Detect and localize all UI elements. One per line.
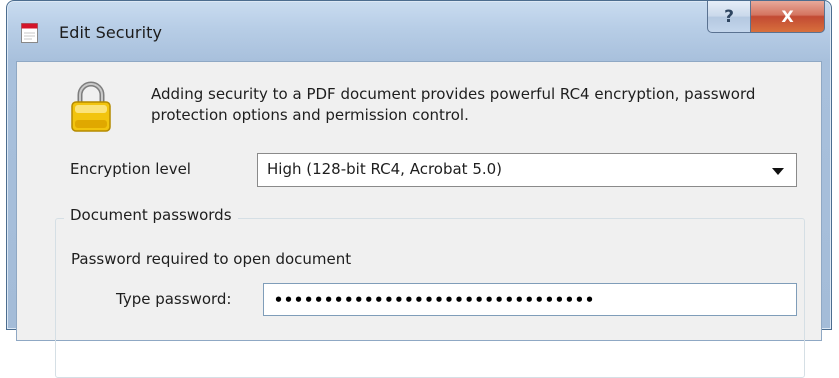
lock-icon	[71, 81, 111, 132]
close-button[interactable]: X	[751, 1, 825, 33]
type-password-label: Type password:	[116, 290, 232, 308]
open-password-label: Password required to open document	[71, 250, 352, 268]
close-icon: X	[781, 7, 794, 26]
encryption-level-select[interactable]: High (128-bit RC4, Acrobat 5.0)	[257, 153, 797, 187]
chevron-down-icon[interactable]	[772, 168, 784, 175]
dialog-content: Adding security to a PDF document provid…	[16, 61, 822, 378]
help-icon: ?	[724, 6, 734, 27]
encryption-level-value: High (128-bit RC4, Acrobat 5.0)	[267, 160, 503, 178]
window-title: Edit Security	[59, 23, 163, 42]
caption-buttons: ? X	[707, 1, 825, 33]
password-field[interactable]	[263, 283, 797, 316]
document-passwords-title: Document passwords	[64, 206, 238, 224]
encryption-level-label: Encryption level	[70, 160, 191, 178]
title-bar[interactable]: Edit Security ? X	[7, 1, 831, 61]
edit-security-dialog: Edit Security ? X Adding security to a P…	[6, 0, 832, 378]
help-button[interactable]: ?	[707, 1, 751, 33]
intro-description: Adding security to a PDF document provid…	[151, 85, 756, 124]
pdf-document-icon	[21, 23, 38, 43]
